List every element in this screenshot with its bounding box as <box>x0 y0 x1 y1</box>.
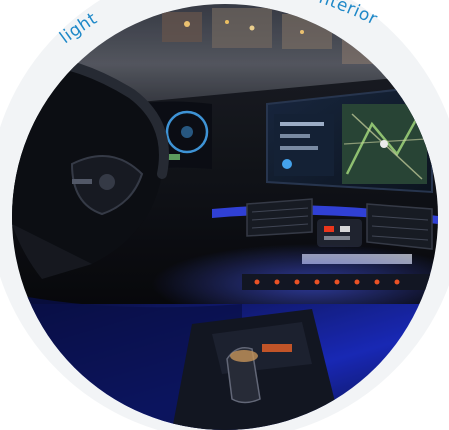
caption-left-text: light <box>56 9 101 48</box>
caption-right-path: nterior <box>316 0 380 30</box>
car-interior-illustration <box>12 4 438 430</box>
stage: light nterior <box>0 0 449 430</box>
car-interior-photo <box>12 4 438 430</box>
caption-right-text: nterior <box>316 0 380 30</box>
caption-left-path: light <box>56 9 100 48</box>
